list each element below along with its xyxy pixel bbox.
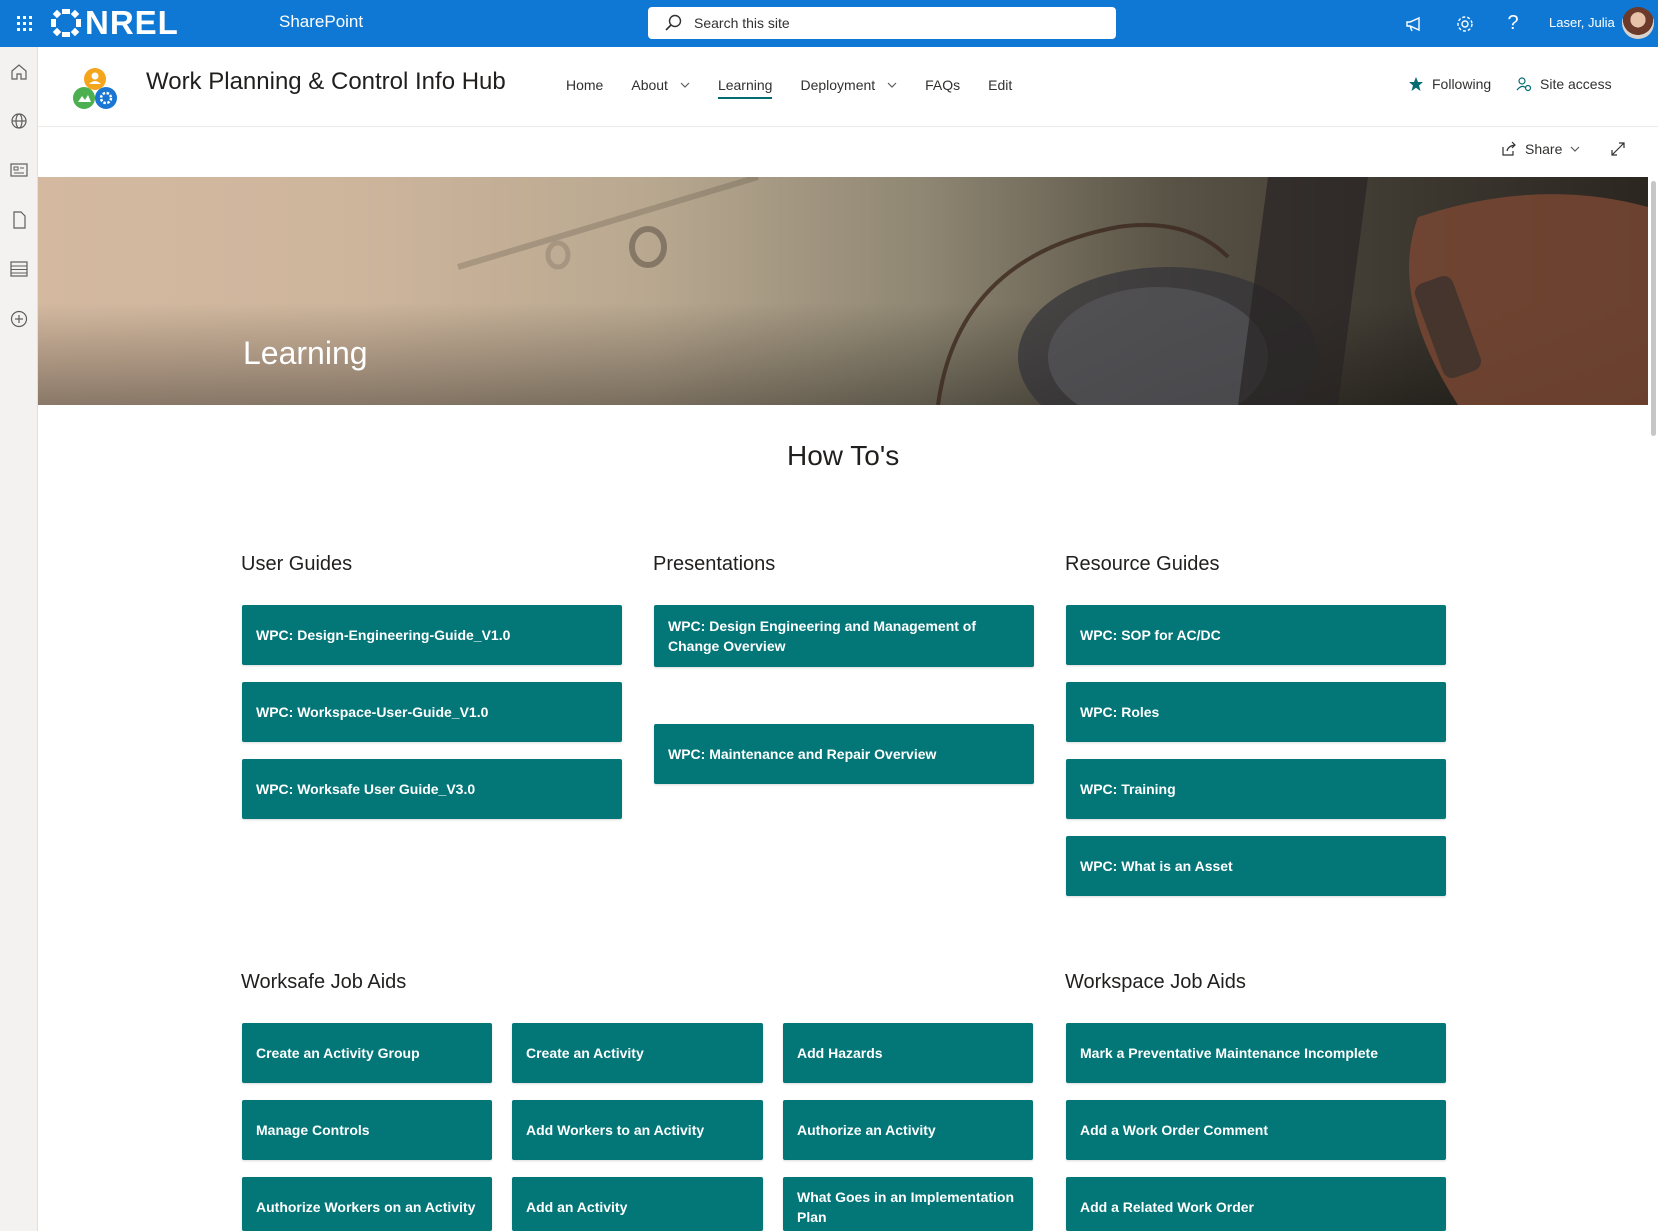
page-title: Learning [243, 335, 368, 371]
nav-about-label: About [631, 77, 668, 93]
user-guides-heading: User Guides [241, 553, 353, 575]
search-input[interactable] [694, 15, 1074, 31]
app-launcher-icon[interactable] [0, 0, 48, 47]
hero-banner: Learning [38, 177, 1648, 405]
link-tile[interactable]: Mark a Preventative Maintenance Incomple… [1066, 1023, 1446, 1083]
site-access-label: Site access [1540, 76, 1612, 92]
link-tile[interactable]: Add a Work Order Comment [1066, 1100, 1446, 1160]
list-icon[interactable] [0, 249, 38, 289]
create-icon[interactable] [0, 299, 38, 339]
share-label: Share [1525, 141, 1563, 157]
link-tile[interactable]: Authorize an Activity [783, 1100, 1033, 1160]
link-tile[interactable]: WPC: Workspace-User-Guide_V1.0 [242, 682, 622, 742]
worksafe-job-aids-heading: Worksafe Job Aids [241, 971, 407, 993]
chevron-down-icon [887, 82, 897, 88]
search-icon [665, 14, 682, 31]
app-name[interactable]: SharePoint [279, 12, 363, 32]
site-access-button[interactable]: Site access [1516, 76, 1612, 92]
scrollbar[interactable] [1648, 177, 1658, 1231]
link-tile[interactable]: Add a Related Work Order [1066, 1177, 1446, 1231]
link-tile[interactable]: WPC: Design Engineering and Management o… [654, 605, 1034, 667]
avatar[interactable] [1622, 7, 1654, 39]
section-title: How To's [787, 440, 900, 471]
nav-edit-label: Edit [988, 77, 1013, 93]
link-tile[interactable]: Add Workers to an Activity [512, 1100, 763, 1160]
search-box[interactable] [648, 7, 1116, 39]
site-title[interactable]: Work Planning & Control Info Hub [146, 68, 506, 96]
nav-deployment[interactable]: Deployment [800, 77, 897, 99]
user-name[interactable]: Laser, Julia [1549, 15, 1615, 30]
link-tile[interactable]: Add an Activity [512, 1177, 763, 1231]
nav-home-label: Home [566, 77, 604, 93]
share-icon [1502, 141, 1516, 156]
nav-about[interactable]: About [631, 77, 690, 99]
expand-icon[interactable] [1610, 141, 1626, 162]
nav-faqs[interactable]: FAQs [925, 77, 960, 99]
nav-learning[interactable]: Learning [717, 77, 773, 99]
gear-icon[interactable] [1441, 0, 1489, 47]
chevron-down-icon [680, 82, 690, 88]
top-navigation: Home About Learning Deployment FAQs Edit [566, 77, 1040, 99]
link-tile[interactable]: WPC: Training [1066, 759, 1446, 819]
link-tile[interactable]: Create an Activity [512, 1023, 763, 1083]
site-logo[interactable] [70, 65, 120, 113]
link-tile[interactable]: Create an Activity Group [242, 1023, 492, 1083]
app-bar [0, 47, 38, 1231]
workspace-job-aids-heading: Workspace Job Aids [1065, 971, 1246, 993]
nav-deployment-label: Deployment [800, 77, 876, 93]
nav-home[interactable]: Home [566, 77, 603, 99]
link-tile[interactable]: What Goes in an Implementation Plan [783, 1177, 1033, 1231]
nav-faqs-label: FAQs [925, 77, 961, 93]
link-tile[interactable]: WPC: Design-Engineering-Guide_V1.0 [242, 605, 622, 665]
home-icon[interactable] [0, 52, 38, 92]
link-tile[interactable]: WPC: What is an Asset [1066, 836, 1446, 896]
link-tile[interactable]: WPC: Worksafe User Guide_V3.0 [242, 759, 622, 819]
megaphone-icon[interactable] [1391, 0, 1439, 47]
scrollbar-thumb[interactable] [1651, 181, 1656, 436]
link-tile[interactable]: WPC: Roles [1066, 682, 1446, 742]
link-tile[interactable]: Authorize Workers on an Activity [242, 1177, 492, 1231]
star-icon [1409, 77, 1423, 91]
link-tile[interactable]: Add Hazards [783, 1023, 1033, 1083]
help-icon[interactable]: ? [1489, 0, 1537, 47]
nrel-logo-icon [51, 9, 81, 37]
document-icon[interactable] [0, 200, 38, 240]
suite-bar: NREL SharePoint ? Laser, Julia [0, 0, 1658, 47]
nav-learning-label: Learning [717, 77, 773, 93]
news-icon[interactable] [0, 150, 38, 190]
nav-edit[interactable]: Edit [988, 77, 1012, 99]
resource-guides-heading: Resource Guides [1065, 553, 1220, 575]
following-button[interactable]: Following [1408, 76, 1491, 92]
link-tile[interactable]: Manage Controls [242, 1100, 492, 1160]
globe-icon[interactable] [0, 101, 38, 141]
presentations-heading: Presentations [653, 553, 776, 575]
site-header: Work Planning & Control Info Hub Home Ab… [38, 47, 1658, 127]
link-tile[interactable]: WPC: Maintenance and Repair Overview [654, 724, 1034, 784]
org-logo[interactable]: NREL [51, 4, 179, 41]
people-settings-icon [1516, 77, 1532, 92]
link-tile[interactable]: WPC: SOP for AC/DC [1066, 605, 1446, 665]
org-name: NREL [85, 4, 179, 41]
chevron-down-icon [1570, 146, 1580, 152]
following-label: Following [1432, 76, 1492, 92]
command-bar: Share [38, 127, 1658, 177]
share-button[interactable]: Share [1501, 141, 1580, 157]
